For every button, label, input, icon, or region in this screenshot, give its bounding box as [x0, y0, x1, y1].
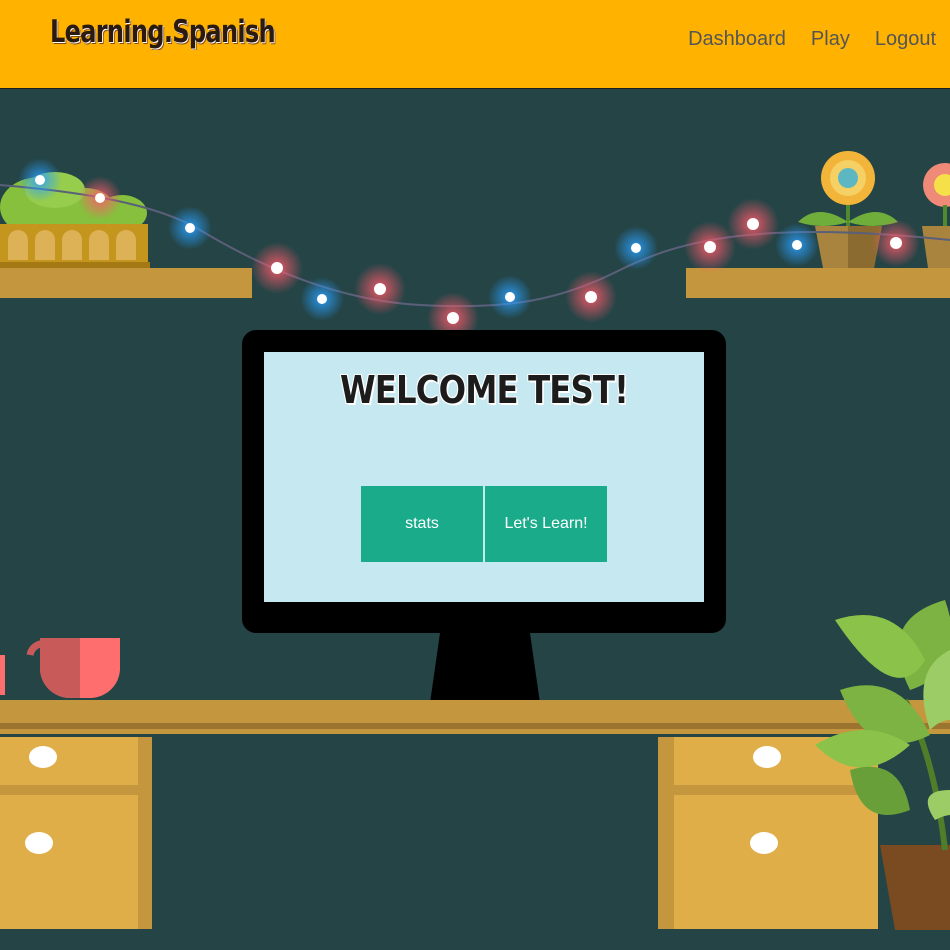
lets-learn-button[interactable]: Let's Learn! — [485, 486, 607, 562]
coffee-cup — [0, 638, 121, 699]
stats-button[interactable]: stats — [361, 486, 483, 562]
nav-dashboard-link[interactable]: Dashboard — [688, 28, 786, 51]
nav-logout-link[interactable]: Logout — [875, 28, 936, 51]
string-lights — [18, 158, 920, 344]
right-shelf — [686, 268, 950, 298]
left-shelf — [0, 268, 252, 298]
desk — [0, 700, 950, 929]
site-logo[interactable]: Learning.Spanish — [50, 14, 276, 50]
welcome-heading: WELCOME TEST! — [340, 368, 629, 412]
header-bar: Learning.Spanish Dashboard Play Logout — [0, 0, 950, 89]
nav-play-link[interactable]: Play — [811, 28, 850, 51]
pink-flower-pot — [922, 163, 950, 268]
main-nav: Dashboard Play Logout — [688, 28, 936, 51]
